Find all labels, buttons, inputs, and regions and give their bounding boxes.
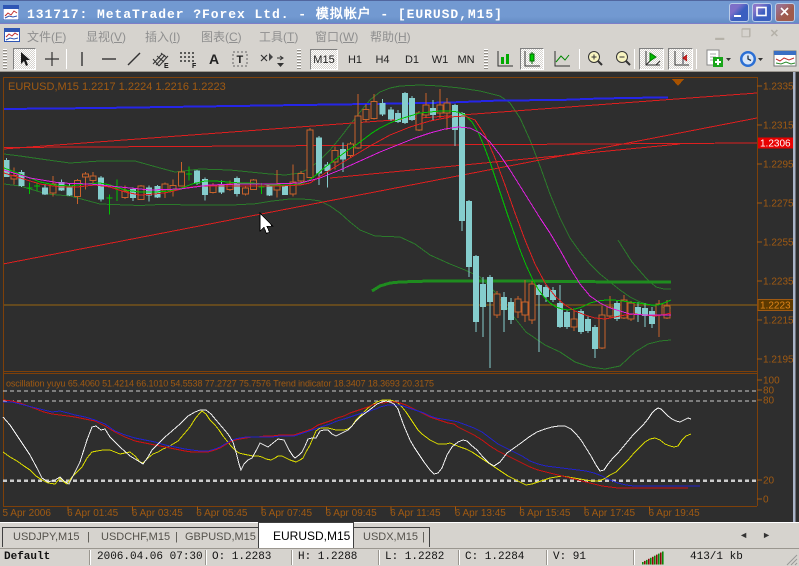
svg-text:6 Apr 09:45: 6 Apr 09:45 xyxy=(326,508,378,519)
svg-text:6 Apr 19:45: 6 Apr 19:45 xyxy=(649,508,701,519)
svg-text:1.2315: 1.2315 xyxy=(763,121,794,132)
svg-text:oscillation yuyu 65.4060 51.42: oscillation yuyu 65.4060 51.4214 66.1010… xyxy=(6,379,434,389)
svg-text:1.2223: 1.2223 xyxy=(760,301,791,312)
svg-text:1.2275: 1.2275 xyxy=(763,199,794,210)
svg-text:6 Apr 03:45: 6 Apr 03:45 xyxy=(132,508,184,519)
svg-text:1.2306: 1.2306 xyxy=(760,139,791,150)
svg-text:1.2235: 1.2235 xyxy=(763,277,794,288)
svg-text:1.2295: 1.2295 xyxy=(763,160,794,171)
svg-text:6 Apr 11:45: 6 Apr 11:45 xyxy=(390,508,441,519)
svg-text:80: 80 xyxy=(763,396,775,407)
svg-text:EURUSD,M15 1.2217 1.2224 1.22: EURUSD,M15 1.2217 1.2224 1.2216 1.2223 xyxy=(8,81,226,93)
svg-text:6 Apr 17:45: 6 Apr 17:45 xyxy=(584,508,636,519)
svg-text:1.2195: 1.2195 xyxy=(763,355,794,366)
svg-text:20: 20 xyxy=(763,476,775,487)
svg-text:1.2215: 1.2215 xyxy=(763,316,794,327)
svg-text:6 Apr 15:45: 6 Apr 15:45 xyxy=(519,508,571,519)
svg-text:E: E xyxy=(164,63,169,69)
svg-text:6 Apr 07:45: 6 Apr 07:45 xyxy=(261,508,313,519)
svg-text:T: T xyxy=(237,54,244,66)
svg-text:1.2255: 1.2255 xyxy=(763,238,794,249)
svg-text:F: F xyxy=(192,63,197,69)
svg-text:6 Apr 13:45: 6 Apr 13:45 xyxy=(455,508,507,519)
svg-text:5 Apr 2006: 5 Apr 2006 xyxy=(3,508,52,519)
svg-text:6 Apr 01:45: 6 Apr 01:45 xyxy=(67,508,119,519)
svg-text:1.2335: 1.2335 xyxy=(763,82,794,93)
svg-text:6 Apr 05:45: 6 Apr 05:45 xyxy=(196,508,248,519)
svg-text:0: 0 xyxy=(763,495,769,506)
